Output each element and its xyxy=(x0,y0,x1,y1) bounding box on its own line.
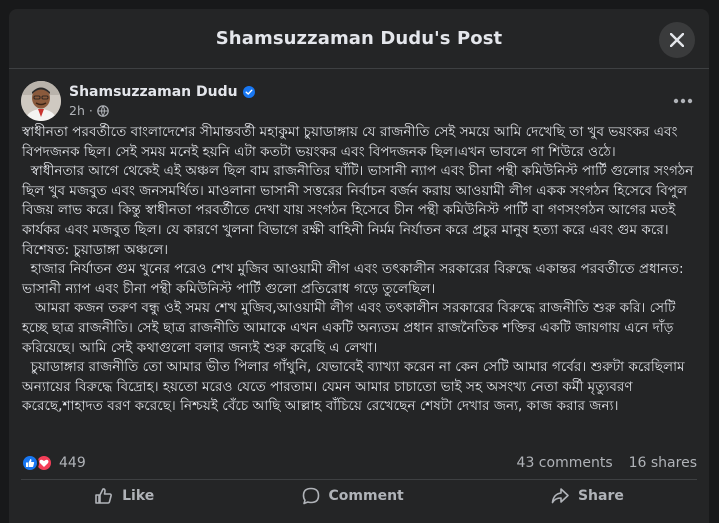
engagement-counts: 43 comments 16 shares xyxy=(517,455,697,471)
share-button[interactable]: Share xyxy=(530,482,644,510)
comment-label: Comment xyxy=(328,487,404,504)
like-reaction-icon xyxy=(21,454,39,472)
like-icon xyxy=(95,487,113,504)
author-line: Shamsuzzaman Dudu xyxy=(69,84,255,100)
verified-badge-icon xyxy=(242,86,255,98)
post-modal: Shamsuzzaman Dudu's Post Shamsuzzaman Du… xyxy=(9,9,709,523)
avatar[interactable] xyxy=(21,81,61,121)
modal-header: Shamsuzzaman Dudu's Post xyxy=(9,9,709,69)
share-label: Share xyxy=(577,487,624,504)
reaction-icons xyxy=(21,454,53,472)
close-icon xyxy=(670,33,684,47)
meta-separator: · xyxy=(88,103,93,118)
more-options-button[interactable] xyxy=(671,91,695,111)
post-meta: 2h · xyxy=(69,103,255,118)
comment-icon xyxy=(302,487,319,504)
shares-count[interactable]: 16 shares xyxy=(629,455,697,471)
like-label: Like xyxy=(122,487,155,504)
share-icon xyxy=(551,487,569,503)
author-block: Shamsuzzaman Dudu 2h · xyxy=(69,84,255,118)
like-button[interactable]: Like xyxy=(74,482,174,510)
avatar-image xyxy=(21,81,61,121)
comments-count[interactable]: 43 comments xyxy=(517,455,613,471)
post-header: Shamsuzzaman Dudu 2h · xyxy=(21,81,255,121)
post-time[interactable]: 2h xyxy=(69,103,85,118)
author-name[interactable]: Shamsuzzaman Dudu xyxy=(69,84,238,100)
post-text: স্বাধীনতা পরবর্তীতে বাংলাদেশের সীমান্তবর… xyxy=(22,124,694,415)
more-options-icon xyxy=(673,98,693,104)
modal-title: Shamsuzzaman Dudu's Post xyxy=(215,28,503,49)
reaction-count: 449 xyxy=(59,455,86,471)
reactions-row: 449 43 comments 16 shares xyxy=(21,453,697,473)
comment-button[interactable]: Comment xyxy=(281,482,424,510)
action-bar: Like Comment Share xyxy=(21,479,697,507)
reaction-summary[interactable]: 449 xyxy=(21,454,86,472)
globe-icon[interactable] xyxy=(97,104,109,117)
close-button[interactable] xyxy=(659,22,695,58)
